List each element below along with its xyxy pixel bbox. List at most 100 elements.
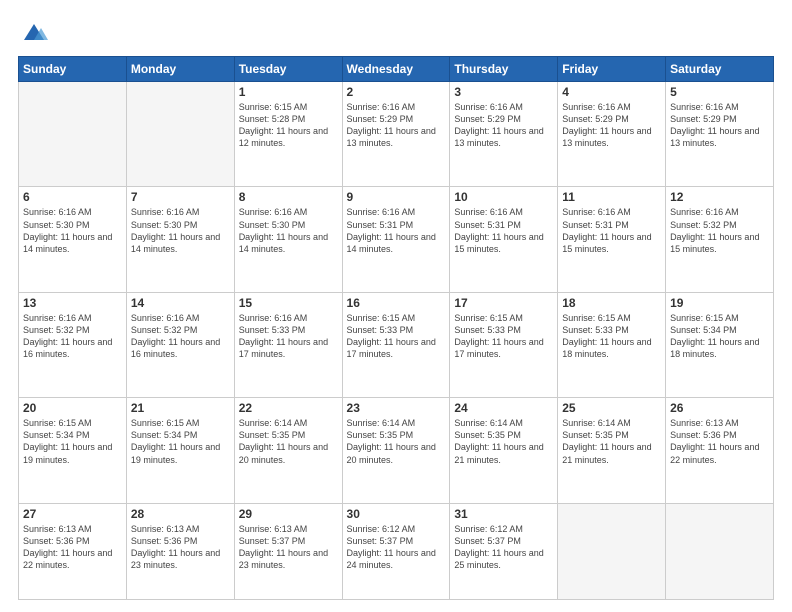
calendar-cell [666,503,774,599]
day-info: Sunrise: 6:13 AM Sunset: 5:36 PM Dayligh… [131,523,230,572]
day-info: Sunrise: 6:16 AM Sunset: 5:31 PM Dayligh… [562,206,661,255]
weekday-header-wednesday: Wednesday [342,57,450,82]
calendar-cell: 20 Sunrise: 6:15 AM Sunset: 5:34 PM Dayli… [19,398,127,503]
day-info: Sunrise: 6:16 AM Sunset: 5:31 PM Dayligh… [454,206,553,255]
day-number: 11 [562,190,661,204]
calendar-cell: 24 Sunrise: 6:14 AM Sunset: 5:35 PM Dayli… [450,398,558,503]
day-info: Sunrise: 6:15 AM Sunset: 5:33 PM Dayligh… [347,312,446,361]
calendar-cell: 13 Sunrise: 6:16 AM Sunset: 5:32 PM Dayli… [19,292,127,397]
day-number: 17 [454,296,553,310]
day-number: 18 [562,296,661,310]
calendar-cell: 21 Sunrise: 6:15 AM Sunset: 5:34 PM Dayli… [126,398,234,503]
day-number: 12 [670,190,769,204]
day-number: 13 [23,296,122,310]
day-number: 3 [454,85,553,99]
calendar-cell: 4Sunrise: 6:16 AM Sunset: 5:29 PM Daylig… [558,82,666,187]
calendar-cell: 23Sunrise: 6:14 AM Sunset: 5:35 PM Dayli… [342,398,450,503]
calendar-cell: 30 Sunrise: 6:12 AM Sunset: 5:37 PM Dayli… [342,503,450,599]
calendar-cell: 26 Sunrise: 6:13 AM Sunset: 5:36 PM Dayli… [666,398,774,503]
day-number: 2 [347,85,446,99]
day-info: Sunrise: 6:16 AM Sunset: 5:29 PM Dayligh… [347,101,446,150]
calendar-cell: 14 Sunrise: 6:16 AM Sunset: 5:32 PM Dayli… [126,292,234,397]
day-info: Sunrise: 6:14 AM Sunset: 5:35 PM Dayligh… [454,417,553,466]
calendar-cell: 5Sunrise: 6:16 AM Sunset: 5:29 PM Daylig… [666,82,774,187]
calendar-week-row: 20 Sunrise: 6:15 AM Sunset: 5:34 PM Dayli… [19,398,774,503]
day-info: Sunrise: 6:15 AM Sunset: 5:33 PM Dayligh… [454,312,553,361]
weekday-header-thursday: Thursday [450,57,558,82]
day-number: 10 [454,190,553,204]
day-info: Sunrise: 6:15 AM Sunset: 5:28 PM Dayligh… [239,101,338,150]
day-info: Sunrise: 6:16 AM Sunset: 5:30 PM Dayligh… [23,206,122,255]
header [18,18,774,46]
calendar-cell [126,82,234,187]
day-info: Sunrise: 6:12 AM Sunset: 5:37 PM Dayligh… [454,523,553,572]
calendar-cell: 1 Sunrise: 6:15 AM Sunset: 5:28 PM Daylig… [234,82,342,187]
calendar-cell: 3 Sunrise: 6:16 AM Sunset: 5:29 PM Daylig… [450,82,558,187]
day-number: 31 [454,507,553,521]
day-number: 5 [670,85,769,99]
day-number: 27 [23,507,122,521]
day-info: Sunrise: 6:15 AM Sunset: 5:33 PM Dayligh… [562,312,661,361]
day-info: Sunrise: 6:13 AM Sunset: 5:36 PM Dayligh… [23,523,122,572]
day-info: Sunrise: 6:14 AM Sunset: 5:35 PM Dayligh… [562,417,661,466]
day-info: Sunrise: 6:15 AM Sunset: 5:34 PM Dayligh… [670,312,769,361]
calendar-cell: 12 Sunrise: 6:16 AM Sunset: 5:32 PM Dayli… [666,187,774,292]
calendar-cell [558,503,666,599]
calendar-cell: 31 Sunrise: 6:12 AM Sunset: 5:37 PM Dayli… [450,503,558,599]
day-number: 21 [131,401,230,415]
day-number: 19 [670,296,769,310]
calendar-cell: 11 Sunrise: 6:16 AM Sunset: 5:31 PM Dayli… [558,187,666,292]
calendar-cell: 8 Sunrise: 6:16 AM Sunset: 5:30 PM Daylig… [234,187,342,292]
calendar-cell: 15 Sunrise: 6:16 AM Sunset: 5:33 PM Dayli… [234,292,342,397]
day-info: Sunrise: 6:16 AM Sunset: 5:30 PM Dayligh… [131,206,230,255]
weekday-header-monday: Monday [126,57,234,82]
calendar-cell: 17 Sunrise: 6:15 AM Sunset: 5:33 PM Dayli… [450,292,558,397]
day-number: 14 [131,296,230,310]
day-number: 7 [131,190,230,204]
weekday-header-friday: Friday [558,57,666,82]
day-info: Sunrise: 6:16 AM Sunset: 5:29 PM Dayligh… [454,101,553,150]
calendar-week-row: 13 Sunrise: 6:16 AM Sunset: 5:32 PM Dayli… [19,292,774,397]
calendar-cell: 2 Sunrise: 6:16 AM Sunset: 5:29 PM Daylig… [342,82,450,187]
day-number: 6 [23,190,122,204]
calendar-cell: 6 Sunrise: 6:16 AM Sunset: 5:30 PM Daylig… [19,187,127,292]
day-info: Sunrise: 6:15 AM Sunset: 5:34 PM Dayligh… [131,417,230,466]
calendar-cell: 16 Sunrise: 6:15 AM Sunset: 5:33 PM Dayli… [342,292,450,397]
day-info: Sunrise: 6:12 AM Sunset: 5:37 PM Dayligh… [347,523,446,572]
page: SundayMondayTuesdayWednesdayThursdayFrid… [0,0,792,612]
day-number: 15 [239,296,338,310]
day-number: 29 [239,507,338,521]
day-number: 8 [239,190,338,204]
calendar-cell: 19 Sunrise: 6:15 AM Sunset: 5:34 PM Dayli… [666,292,774,397]
calendar-cell: 9Sunrise: 6:16 AM Sunset: 5:31 PM Daylig… [342,187,450,292]
day-info: Sunrise: 6:13 AM Sunset: 5:37 PM Dayligh… [239,523,338,572]
calendar-cell: 27 Sunrise: 6:13 AM Sunset: 5:36 PM Dayli… [19,503,127,599]
day-number: 30 [347,507,446,521]
day-info: Sunrise: 6:15 AM Sunset: 5:34 PM Dayligh… [23,417,122,466]
day-number: 9 [347,190,446,204]
day-info: Sunrise: 6:13 AM Sunset: 5:36 PM Dayligh… [670,417,769,466]
weekday-header-row: SundayMondayTuesdayWednesdayThursdayFrid… [19,57,774,82]
calendar-cell [19,82,127,187]
day-number: 25 [562,401,661,415]
day-info: Sunrise: 6:16 AM Sunset: 5:32 PM Dayligh… [23,312,122,361]
weekday-header-tuesday: Tuesday [234,57,342,82]
calendar-week-row: 6 Sunrise: 6:16 AM Sunset: 5:30 PM Daylig… [19,187,774,292]
day-info: Sunrise: 6:14 AM Sunset: 5:35 PM Dayligh… [239,417,338,466]
day-info: Sunrise: 6:14 AM Sunset: 5:35 PM Dayligh… [347,417,446,466]
day-info: Sunrise: 6:16 AM Sunset: 5:33 PM Dayligh… [239,312,338,361]
day-number: 1 [239,85,338,99]
calendar-cell: 29 Sunrise: 6:13 AM Sunset: 5:37 PM Dayli… [234,503,342,599]
day-number: 16 [347,296,446,310]
day-number: 26 [670,401,769,415]
day-number: 20 [23,401,122,415]
logo [18,18,48,46]
day-info: Sunrise: 6:16 AM Sunset: 5:32 PM Dayligh… [670,206,769,255]
day-number: 22 [239,401,338,415]
calendar-cell: 10 Sunrise: 6:16 AM Sunset: 5:31 PM Dayli… [450,187,558,292]
day-info: Sunrise: 6:16 AM Sunset: 5:30 PM Dayligh… [239,206,338,255]
logo-icon [20,18,48,46]
day-number: 24 [454,401,553,415]
calendar-cell: 28Sunrise: 6:13 AM Sunset: 5:36 PM Dayli… [126,503,234,599]
day-info: Sunrise: 6:16 AM Sunset: 5:32 PM Dayligh… [131,312,230,361]
